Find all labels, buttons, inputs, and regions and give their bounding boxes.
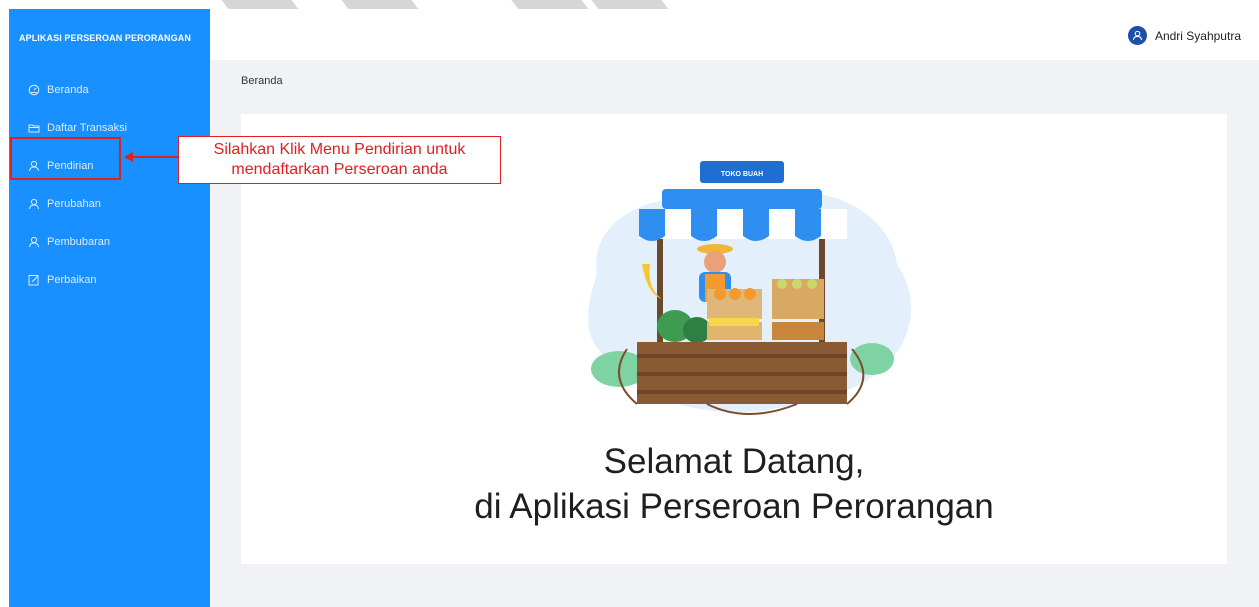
user-icon — [1132, 30, 1143, 41]
welcome-line-2: di Aplikasi Perseroan Perorangan — [474, 487, 994, 526]
pendirian-highlight-box — [10, 137, 121, 180]
sidebar-item-pembubaran[interactable]: Pembubaran — [9, 223, 210, 261]
annotation-arrow — [132, 156, 178, 158]
top-header: Andri Syahputra — [210, 9, 1259, 60]
sidebar-item-label: Perubahan — [47, 198, 101, 210]
sidebar-item-perubahan[interactable]: Perubahan — [9, 185, 210, 223]
dashboard-icon — [28, 84, 40, 96]
fruit-stall-illustration: TOKO BUAH — [588, 161, 912, 415]
welcome-heading: Selamat Datang, di Aplikasi Perseroan Pe… — [241, 439, 1227, 529]
sidebar-item-beranda[interactable]: Beranda — [9, 71, 210, 109]
annotation-callout: Silahkan Klik Menu Pendirian untuk menda… — [178, 136, 501, 184]
sidebar-item-label: Perbaikan — [47, 274, 97, 286]
edit-icon — [28, 275, 39, 286]
breadcrumb: Beranda — [241, 75, 283, 87]
stall-sign-text: TOKO BUAH — [721, 171, 763, 178]
welcome-line-1: Selamat Datang, — [603, 442, 865, 481]
sidebar-item-label: Daftar Transaksi — [47, 122, 128, 134]
callout-line-1: Silahkan Klik Menu Pendirian untuk — [213, 141, 466, 158]
user-icon — [29, 198, 39, 210]
sidebar-item-label: Pembubaran — [47, 236, 110, 248]
user-menu[interactable]: Andri Syahputra — [1127, 26, 1241, 45]
sidebar-menu: Beranda Daftar Transaksi Pendirian Perub… — [9, 71, 210, 299]
annotation-arrow-head — [124, 152, 133, 162]
user-name: Andri Syahputra — [1154, 28, 1241, 43]
avatar — [1127, 26, 1147, 45]
callout-line-2: mendaftarkan Perseroan anda — [231, 161, 448, 178]
sidebar-item-label: Beranda — [47, 84, 89, 96]
sidebar-item-perbaikan[interactable]: Perbaikan — [9, 261, 210, 299]
user-icon — [29, 236, 39, 248]
folder-icon — [28, 124, 40, 133]
app-brand: APLIKASI PERSEROAN PERORANGAN — [19, 33, 191, 43]
sidebar: APLIKASI PERSEROAN PERORANGAN Beranda Da… — [9, 9, 210, 607]
